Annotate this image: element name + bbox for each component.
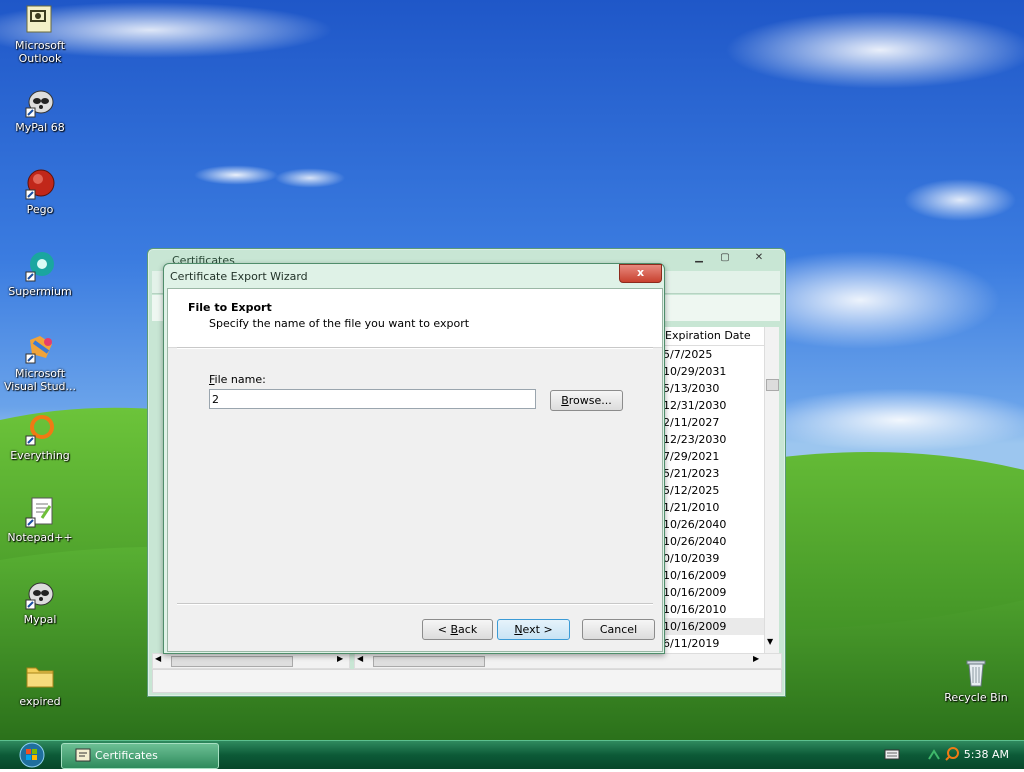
desktop-icon-outlook[interactable]: Microsoft Outlook xyxy=(2,4,78,65)
everything-icon xyxy=(24,414,56,446)
horizontal-scrollbar-left[interactable]: ◀ ▶ xyxy=(152,653,350,669)
list-item[interactable]: 10/26/2040 xyxy=(663,533,779,550)
list-item[interactable]: 5/13/2030 xyxy=(663,380,779,397)
list-item[interactable]: 10/26/2040 xyxy=(663,516,779,533)
desktop-icon-label: Mypal xyxy=(23,613,57,626)
minimize-button[interactable]: ▁ xyxy=(688,251,710,265)
list-item[interactable]: 12/23/2030 xyxy=(663,431,779,448)
keyboard-icon[interactable] xyxy=(884,748,900,763)
list-item[interactable]: 10/16/2010 xyxy=(663,601,779,618)
list-item[interactable]: 0/10/2039 xyxy=(663,550,779,567)
maximize-button[interactable]: ▢ xyxy=(714,251,736,265)
scroll-left-arrow-icon[interactable]: ◀ xyxy=(357,654,363,663)
list-item[interactable]: 10/16/2009 xyxy=(663,618,779,635)
desktop-icon-notepadpp[interactable]: Notepad++ xyxy=(2,496,78,544)
system-tray: 5:38 AM xyxy=(864,741,1024,769)
list-item[interactable]: 2/11/2027 xyxy=(663,414,779,431)
desktop-icon-label: Recycle Bin xyxy=(944,691,1008,704)
list-item[interactable]: 7/29/2021 xyxy=(663,448,779,465)
list-item[interactable]: 5/21/2023 xyxy=(663,465,779,482)
start-button[interactable] xyxy=(6,741,46,769)
taskbar-item-label: Certificates xyxy=(95,749,158,762)
close-button[interactable]: ✕ xyxy=(748,251,770,265)
close-icon: x xyxy=(636,266,645,279)
back-button[interactable]: < Back xyxy=(422,619,493,640)
wizard-subheading: Specify the name of the file you want to… xyxy=(209,317,470,330)
network-icon[interactable] xyxy=(926,747,942,766)
windows-logo-icon xyxy=(19,742,45,768)
certificate-rows: 5/7/2025 10/29/2031 5/13/2030 12/31/2030 2/1… xyxy=(663,346,779,652)
desktop-icon-recycle-bin[interactable]: Recycle Bin xyxy=(938,656,1014,704)
dialog-title: Certificate Export Wizard xyxy=(170,270,308,283)
scrollbar-thumb[interactable] xyxy=(171,656,293,667)
scroll-right-arrow-icon[interactable]: ▶ xyxy=(337,654,343,663)
desktop-icon-label: Microsoft Visual Stud... xyxy=(3,367,77,393)
pego-icon xyxy=(24,168,56,200)
header-divider xyxy=(177,347,653,349)
browse-button[interactable]: Browse... xyxy=(550,390,623,411)
certificate-icon xyxy=(75,748,91,770)
folder-icon xyxy=(24,660,56,692)
desktop-icon-mypal[interactable]: Mypal xyxy=(2,578,78,626)
desktop-icon-pego[interactable]: Pego xyxy=(2,168,78,216)
certificate-list[interactable]: Expiration Date 5/7/2025 10/29/2031 5/13/2… xyxy=(662,327,779,654)
vertical-scrollbar[interactable]: ▼ xyxy=(764,327,779,654)
list-item[interactable]: 5/12/2025 xyxy=(663,482,779,499)
desktop-icon-label: Notepad++ xyxy=(7,531,73,544)
desktop-icon-label: expired xyxy=(19,695,61,708)
status-bar xyxy=(152,669,782,693)
horizontal-scrollbar-right[interactable]: ◀ ▶ xyxy=(354,653,782,669)
file-name-input[interactable] xyxy=(209,389,536,409)
list-item[interactable]: 6/11/2019 xyxy=(663,635,779,652)
recycle-bin-icon xyxy=(960,656,992,688)
list-item[interactable]: 10/16/2009 xyxy=(663,584,779,601)
clock[interactable]: 5:38 AM xyxy=(964,748,1009,761)
desktop-icon-everything[interactable]: Everything xyxy=(2,414,78,462)
next-button[interactable]: Next > xyxy=(497,619,570,640)
scrollbar-thumb[interactable] xyxy=(766,379,779,391)
desktop-icon-mypal-68[interactable]: MyPal 68 xyxy=(2,86,78,134)
column-header-expiration-date[interactable]: Expiration Date xyxy=(663,327,779,346)
list-item[interactable]: 12/31/2030 xyxy=(663,397,779,414)
certificate-export-wizard[interactable]: Certificate Export Wizard x File to Expo… xyxy=(163,263,665,654)
footer-divider xyxy=(177,603,653,605)
file-name-label: File name: xyxy=(209,373,266,386)
desktop-icon-label: MyPal 68 xyxy=(15,121,65,134)
list-item[interactable]: 10/29/2031 xyxy=(663,363,779,380)
scroll-right-arrow-icon[interactable]: ▶ xyxy=(753,654,759,663)
visual-studio-icon xyxy=(24,332,56,364)
wizard-body: File to Export Specify the name of the f… xyxy=(167,288,663,652)
scroll-left-arrow-icon[interactable]: ◀ xyxy=(155,654,161,663)
outlook-icon xyxy=(24,4,56,36)
list-item[interactable]: 1/21/2010 xyxy=(663,499,779,516)
scroll-down-arrow-icon[interactable]: ▼ xyxy=(767,637,773,646)
scrollbar-thumb[interactable] xyxy=(373,656,485,667)
list-item[interactable]: 5/7/2025 xyxy=(663,346,779,363)
desktop-icon-expired[interactable]: expired xyxy=(2,660,78,708)
taskbar: Certificates 5:38 AM xyxy=(0,740,1024,769)
wizard-heading: File to Export xyxy=(188,301,272,314)
notepadpp-icon xyxy=(24,496,56,528)
desktop-icon-label: Everything xyxy=(10,449,70,462)
dialog-close-button[interactable]: x xyxy=(619,264,662,283)
desktop-icon-visual-studio[interactable]: Microsoft Visual Stud... xyxy=(2,332,78,393)
desktop-icon-label: Supermium xyxy=(8,285,72,298)
list-item[interactable]: 10/16/2009 xyxy=(663,567,779,584)
cancel-button[interactable]: Cancel xyxy=(582,619,655,640)
taskbar-item-certificates[interactable]: Certificates xyxy=(61,743,219,769)
desktop-icon-label: Pego xyxy=(26,203,54,216)
search-icon[interactable] xyxy=(944,746,960,765)
mypal-icon xyxy=(24,578,56,610)
supermium-icon xyxy=(24,250,56,282)
mypal-icon xyxy=(24,86,56,118)
wizard-header: File to Export Specify the name of the f… xyxy=(168,289,662,348)
desktop-icon-supermium[interactable]: Supermium xyxy=(2,250,78,298)
desktop-icon-label: Microsoft Outlook xyxy=(14,39,66,65)
